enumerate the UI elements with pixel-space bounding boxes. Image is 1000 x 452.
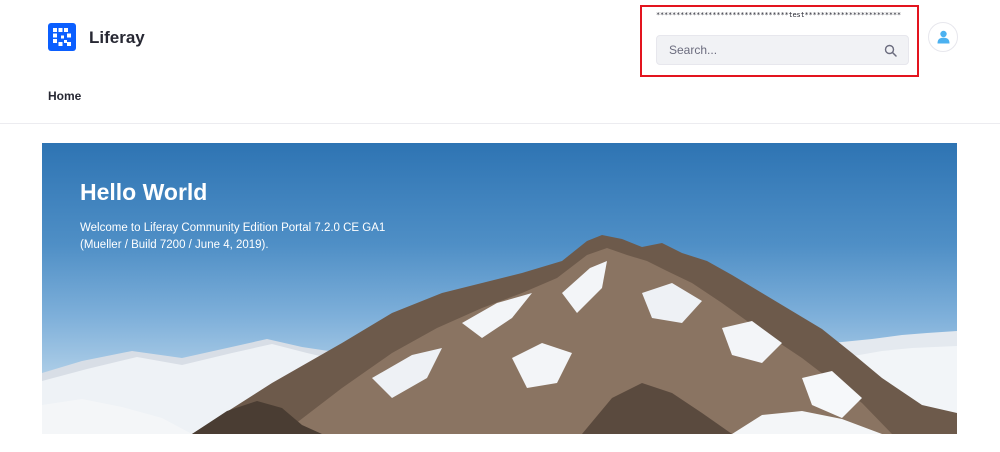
- user-avatar-button[interactable]: [928, 22, 958, 52]
- page: Liferay ********************************…: [0, 0, 1000, 452]
- user-icon: [937, 30, 950, 44]
- hero-title: Hello World: [80, 179, 208, 205]
- hero-description-line-2: (Mueller / Build 7200 / June 4, 2019).: [80, 239, 269, 251]
- liferay-logo-icon[interactable]: [48, 23, 76, 51]
- nav-item-home[interactable]: Home: [48, 89, 81, 103]
- search-icon[interactable]: [884, 44, 897, 57]
- hero-description: Welcome to Liferay Community Edition Por…: [80, 220, 420, 254]
- masked-text: *********************************test***…: [656, 11, 901, 19]
- search-bar[interactable]: [656, 35, 909, 65]
- search-input[interactable]: [657, 36, 879, 64]
- header-divider: [0, 123, 1000, 124]
- hero-banner: Hello World Welcome to Liferay Community…: [42, 143, 957, 434]
- site-name[interactable]: Liferay: [89, 28, 145, 48]
- hero-description-line-1: Welcome to Liferay Community Edition Por…: [80, 222, 386, 234]
